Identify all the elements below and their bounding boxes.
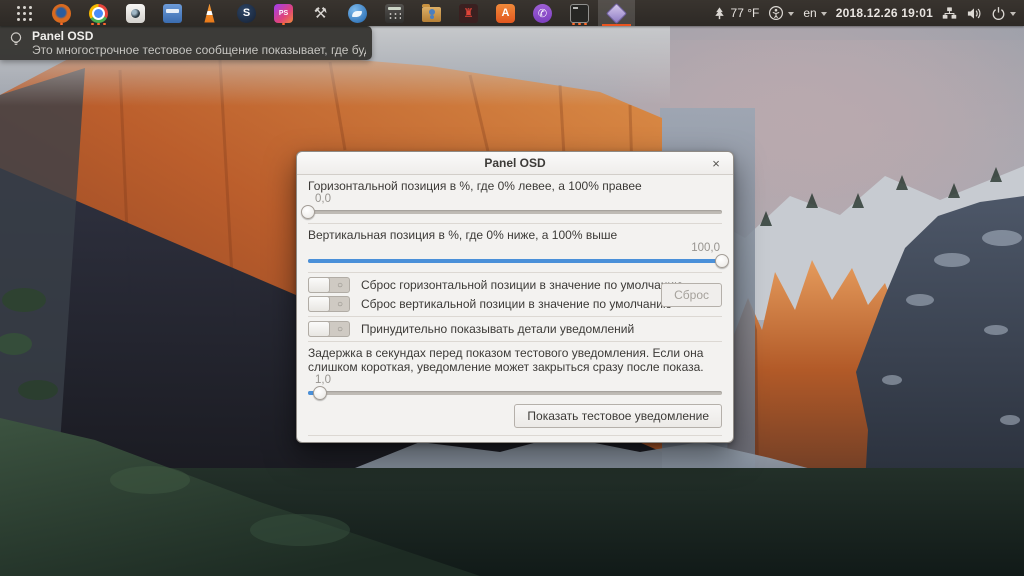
notification-bubble: Panel OSD Это многострочное тестовое соо… (0, 26, 372, 60)
reset-horizontal-switch[interactable]: ○ (308, 277, 350, 293)
lightbulb-icon (9, 31, 24, 53)
app-store-icon: A (496, 4, 515, 23)
force-details-row: ○ Принудительно показывать детали уведом… (308, 321, 722, 337)
launcher-panel-osd-active[interactable] (598, 0, 635, 26)
reset-horizontal-label: Сброс горизонтальной позиции в значение … (361, 278, 683, 292)
weather-tree-icon (712, 6, 727, 21)
apps-grid-icon (17, 5, 33, 21)
slider-handle[interactable] (313, 386, 327, 400)
reset-vertical-switch[interactable]: ○ (308, 296, 350, 312)
weather-temp: 77 °F (731, 6, 760, 20)
launcher-shutter[interactable]: S (228, 0, 265, 26)
vlc-cone-icon (201, 4, 218, 23)
volume-indicator[interactable] (966, 0, 982, 26)
launcher-files[interactable] (413, 0, 450, 26)
vertical-position-label: Вертикальная позиция в %, где 0% ниже, а… (308, 228, 722, 242)
tower-icon: ♜ (459, 4, 478, 23)
launcher-viber[interactable]: ✆ (524, 0, 561, 26)
horizontal-position-value: 0,0 (315, 193, 722, 205)
weather-indicator[interactable]: 77 °F (712, 0, 760, 26)
launcher-firefox[interactable] (43, 0, 80, 26)
switch-off-glyph: ○ (337, 323, 343, 336)
tools-icon: ⚒ (311, 4, 330, 23)
reset-button[interactable]: Сброс (661, 283, 722, 307)
desktop: S PS ⚒ ♜ A ✆ 77 °F en (0, 0, 1024, 576)
accessibility-icon (768, 5, 784, 21)
camera-icon (126, 4, 145, 23)
launcher-vlc[interactable] (191, 0, 228, 26)
delay-label: Задержка в секундах перед показом тестов… (308, 346, 722, 374)
force-details-label: Принудительно показывать детали уведомле… (361, 322, 634, 336)
delay-slider[interactable] (308, 386, 722, 400)
launcher-strip: S PS ⚒ ♜ A ✆ (0, 0, 635, 26)
status-area: 77 °F en 2018.12.26 19:01 (712, 0, 1024, 26)
network-icon (942, 6, 957, 21)
separator (308, 272, 722, 273)
accessibility-indicator[interactable] (768, 0, 794, 26)
phpstorm-icon: PS (274, 4, 293, 23)
viber-phone-icon: ✆ (533, 4, 552, 23)
launcher-phpstorm[interactable]: PS (265, 0, 302, 26)
panel-osd-dialog: Panel OSD × Горизонтальной позиция в %, … (296, 151, 734, 443)
document-icon (163, 4, 182, 23)
clock-label: 2018.12.26 19:01 (836, 6, 933, 20)
separator (308, 316, 722, 317)
launcher-calculator[interactable] (376, 0, 413, 26)
reset-vertical-label: Сброс вертикальной позиции в значение по… (361, 297, 672, 311)
close-button[interactable]: × (708, 155, 724, 171)
notification-title: Panel OSD (32, 29, 93, 43)
horizontal-position-slider[interactable] (308, 205, 722, 219)
separator (308, 341, 722, 342)
launcher-chrome[interactable] (80, 0, 117, 26)
separator (308, 223, 722, 224)
network-indicator[interactable] (942, 0, 957, 26)
shutter-icon: S (237, 4, 256, 23)
separator (308, 435, 722, 436)
top-panel: S PS ⚒ ♜ A ✆ 77 °F en (0, 0, 1024, 26)
session-indicator[interactable] (991, 0, 1016, 26)
launcher-terminal[interactable] (561, 0, 598, 26)
keyboard-layout-label: en (803, 6, 816, 20)
thunderbird-icon (348, 4, 367, 23)
delay-value: 1,0 (315, 374, 722, 386)
launcher-documents[interactable] (154, 0, 191, 26)
apps-menu-button[interactable] (6, 0, 43, 26)
launcher-tools[interactable]: ⚒ (302, 0, 339, 26)
power-icon (991, 6, 1006, 21)
vertical-position-slider[interactable] (308, 254, 722, 268)
chrome-icon (89, 4, 108, 23)
switch-off-glyph: ○ (337, 298, 343, 311)
dialog-titlebar[interactable]: Panel OSD × (297, 152, 733, 175)
speaker-icon (966, 6, 982, 21)
reset-horizontal-row: ○ Сброс горизонтальной позиции в значени… (308, 277, 653, 293)
horizontal-position-label: Горизонтальной позиция в %, где 0% левее… (308, 179, 722, 193)
launcher-camera[interactable] (117, 0, 154, 26)
home-folder-icon (422, 7, 441, 22)
switch-off-glyph: ○ (337, 279, 343, 292)
reset-toggle-group: ○ Сброс горизонтальной позиции в значени… (308, 277, 722, 312)
clock-indicator[interactable]: 2018.12.26 19:01 (836, 0, 933, 26)
chevron-down-icon (821, 12, 827, 16)
show-test-notification-button[interactable]: Показать тестовое уведомление (514, 404, 722, 428)
slider-fill (308, 259, 722, 263)
notification-body: Это многострочное тестовое сообщение пок… (32, 43, 366, 57)
chevron-down-icon (1010, 12, 1016, 16)
launcher-tower[interactable]: ♜ (450, 0, 487, 26)
launcher-app-store[interactable]: A (487, 0, 524, 26)
slider-handle[interactable] (301, 205, 315, 219)
chevron-down-icon (788, 12, 794, 16)
firefox-icon (52, 4, 71, 23)
reset-vertical-row: ○ Сброс вертикальной позиции в значение … (308, 296, 653, 312)
slider-handle[interactable] (715, 254, 729, 268)
force-details-switch[interactable]: ○ (308, 321, 350, 337)
launcher-thunderbird[interactable] (339, 0, 376, 26)
panel-osd-diamond-icon (606, 2, 627, 23)
vertical-position-value: 100,0 (308, 242, 720, 254)
dialog-body: Горизонтальной позиция в %, где 0% левее… (297, 175, 733, 443)
dialog-title: Panel OSD (484, 156, 545, 170)
keyboard-layout-indicator[interactable]: en (803, 0, 826, 26)
terminal-icon (570, 4, 589, 23)
calculator-icon (385, 4, 404, 23)
active-window-indicator (602, 24, 631, 26)
